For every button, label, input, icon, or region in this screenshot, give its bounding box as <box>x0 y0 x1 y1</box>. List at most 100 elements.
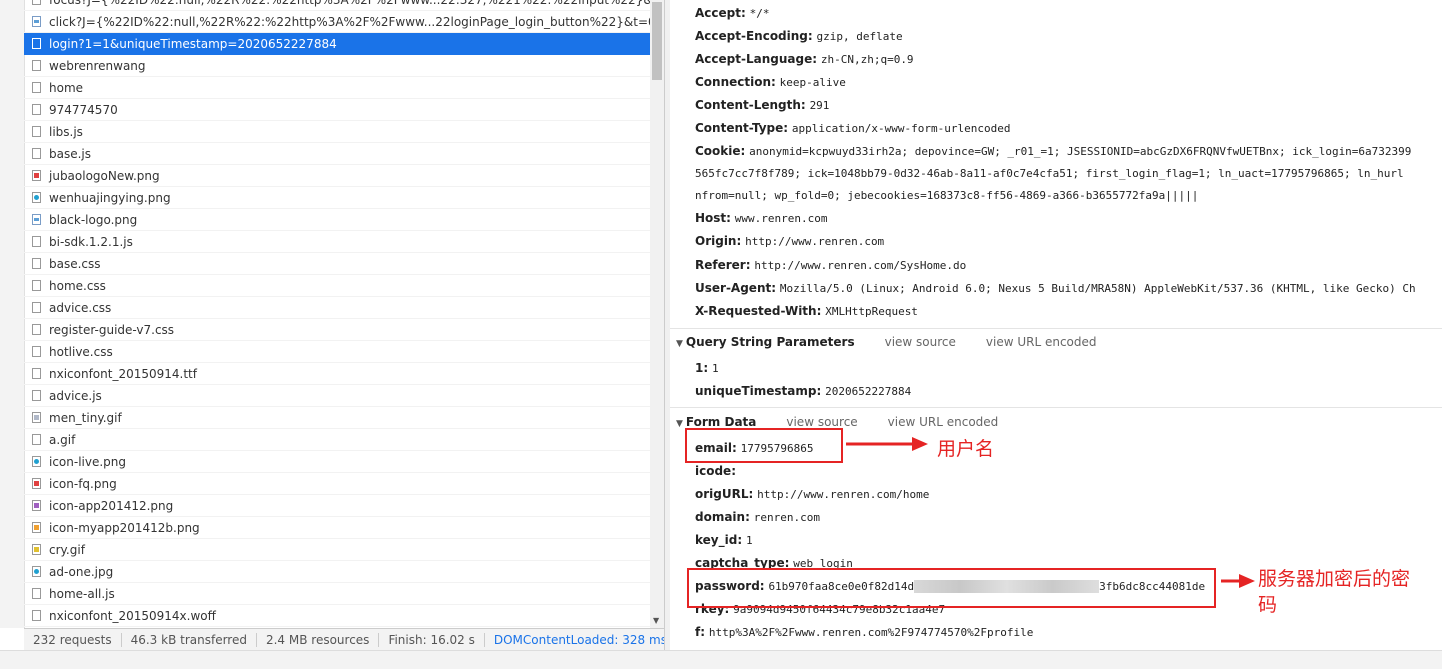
field-value: 291 <box>809 99 830 112</box>
network-request-row[interactable]: advice.js <box>24 385 650 407</box>
query-string-section-header[interactable]: ▼ Query String Parameters view source view … <box>676 334 1097 352</box>
network-request-row[interactable]: home <box>24 77 650 99</box>
network-request-row[interactable]: men_tiny.gif <box>24 407 650 429</box>
key-value-line: Connection: keep-alive <box>695 74 846 91</box>
network-request-row[interactable]: nxiconfont_20150914x.woff <box>24 605 650 627</box>
document-file-icon <box>32 390 41 401</box>
document-file-icon <box>32 126 41 137</box>
finish-time: Finish: 16.02 s <box>379 633 485 647</box>
network-request-row[interactable]: icon-myapp201412b.png <box>24 517 650 539</box>
request-name: icon-myapp201412b.png <box>49 521 200 535</box>
scrollbar-thumb[interactable] <box>652 2 662 80</box>
network-request-row[interactable]: home-all.js <box>24 583 650 605</box>
key-value-line: Origin: http://www.renren.com <box>695 233 884 250</box>
bottom-strip <box>0 650 1442 669</box>
network-request-row[interactable]: jubaologoNew.png <box>24 165 650 187</box>
field-key: uniqueTimestamp: <box>695 384 822 398</box>
network-request-row[interactable]: home.css <box>24 275 650 297</box>
field-value: http://www.renren.com <box>745 235 885 248</box>
field-key: Origin: <box>695 234 742 248</box>
key-value-line: User-Agent: Mozilla/5.0 (Linux; Android … <box>695 280 1416 297</box>
key-value-line: f: http%3A%2F%2Fwww.renren.com%2F9747745… <box>695 624 1033 641</box>
field-value: anonymid=kcpwuyd33irh2a; depovince=GW; _… <box>749 145 1412 158</box>
field-value: application/x-www-form-urlencoded <box>791 122 1011 135</box>
field-value: Mozilla/5.0 (Linux; Android 6.0; Nexus 5… <box>779 282 1416 295</box>
request-name: base.css <box>49 257 101 271</box>
key-value-line: key_id: 1 <box>695 532 753 549</box>
network-request-row[interactable]: focus?J={%22ID%22:null,%22R%22:%22http%3… <box>24 0 650 11</box>
request-name: login?1=1&uniqueTimestamp=2020652227884 <box>49 37 337 51</box>
field-key: User-Agent: <box>695 281 777 295</box>
request-name: focus?J={%22ID%22:null,%22R%22:%22http%3… <box>49 0 650 7</box>
view-url-encoded-link[interactable]: view URL encoded <box>888 415 999 429</box>
network-request-row[interactable]: base.css <box>24 253 650 275</box>
image-file-icon <box>32 412 41 423</box>
email-annotation-arrow-icon <box>846 437 928 451</box>
collapse-triangle-icon[interactable]: ▼ <box>676 339 683 349</box>
field-value: keep-alive <box>779 76 846 89</box>
network-request-row[interactable]: nxiconfont_20150914.ttf <box>24 363 650 385</box>
request-name: home.css <box>49 279 106 293</box>
image-file-icon <box>32 214 41 225</box>
request-name: black-logo.png <box>49 213 138 227</box>
query-string-title: Query String Parameters <box>685 335 855 349</box>
request-name: home-all.js <box>49 587 115 601</box>
field-value: http://www.renren.com/SysHome.do <box>754 259 967 272</box>
key-value-line: Accept: */* <box>695 5 769 22</box>
field-key: key_id: <box>695 533 743 547</box>
key-value-line: uniqueTimestamp: 2020652227884 <box>695 383 911 400</box>
network-request-row[interactable]: wenhuajingying.png <box>24 187 650 209</box>
document-file-icon <box>32 588 41 599</box>
network-request-row[interactable]: black-logo.png <box>24 209 650 231</box>
field-value: nfrom=null; wp_fold=0; jebecookies=16837… <box>695 189 1199 202</box>
document-file-icon <box>32 434 41 445</box>
document-file-icon <box>32 236 41 247</box>
network-request-row[interactable]: ad-one.jpg <box>24 561 650 583</box>
password-annotation-line2: 码 <box>1258 594 1278 616</box>
network-request-row[interactable]: click?J={%22ID%22:null,%22R%22:%22http%3… <box>24 11 650 33</box>
field-key: Connection: <box>695 75 776 89</box>
network-request-row[interactable]: icon-live.png <box>24 451 650 473</box>
network-request-row[interactable]: cry.gif <box>24 539 650 561</box>
image-file-icon <box>32 170 41 181</box>
document-file-icon <box>32 0 41 5</box>
network-request-row[interactable]: icon-fq.png <box>24 473 650 495</box>
network-request-row[interactable]: advice.css <box>24 297 650 319</box>
resources-size: 2.4 MB resources <box>256 633 380 647</box>
view-source-link[interactable]: view source <box>885 335 956 349</box>
network-request-row[interactable]: webrenrenwang <box>24 55 650 77</box>
request-name: men_tiny.gif <box>49 411 122 425</box>
network-request-row[interactable]: 974774570 <box>24 99 650 121</box>
field-key: icode: <box>695 464 736 478</box>
scroll-down-arrow-icon[interactable]: ▼ <box>653 616 659 626</box>
field-value: http%3A%2F%2Fwww.renren.com%2F974774570%… <box>708 626 1034 639</box>
collapse-triangle-icon[interactable]: ▼ <box>676 419 683 429</box>
request-details-pane: Accept: */* Accept-Encoding: gzip, deflat… <box>670 0 1442 650</box>
section-divider <box>670 407 1442 408</box>
request-name: ad-one.jpg <box>49 565 114 579</box>
request-name: nxiconfont_20150914.ttf <box>49 367 197 381</box>
image-file-icon <box>32 566 41 577</box>
image-file-icon <box>32 544 41 555</box>
network-request-row[interactable]: icon-app201412.png <box>24 495 650 517</box>
image-file-icon <box>32 192 41 203</box>
document-file-icon <box>32 280 41 291</box>
network-request-row[interactable]: hotlive.css <box>24 341 650 363</box>
network-request-row[interactable]: register-guide-v7.css <box>24 319 650 341</box>
key-value-line: icode: <box>695 463 736 480</box>
image-file-icon <box>32 16 41 27</box>
field-key: X-Requested-With: <box>695 304 822 318</box>
request-name: a.gif <box>49 433 76 447</box>
view-source-link[interactable]: view source <box>786 415 857 429</box>
view-url-encoded-link[interactable]: view URL encoded <box>986 335 1097 349</box>
network-request-row[interactable]: base.js <box>24 143 650 165</box>
network-request-row[interactable]: login?1=1&uniqueTimestamp=2020652227884 <box>24 33 650 55</box>
network-request-row[interactable]: bi-sdk.1.2.1.js <box>24 231 650 253</box>
left-gutter <box>0 0 25 628</box>
image-file-icon <box>32 522 41 533</box>
network-request-row[interactable]: libs.js <box>24 121 650 143</box>
request-list-scrollbar[interactable]: ▼ <box>650 0 664 628</box>
key-value-line: Host: www.renren.com <box>695 210 828 227</box>
network-request-row[interactable]: a.gif <box>24 429 650 451</box>
field-key: f: <box>695 625 706 639</box>
